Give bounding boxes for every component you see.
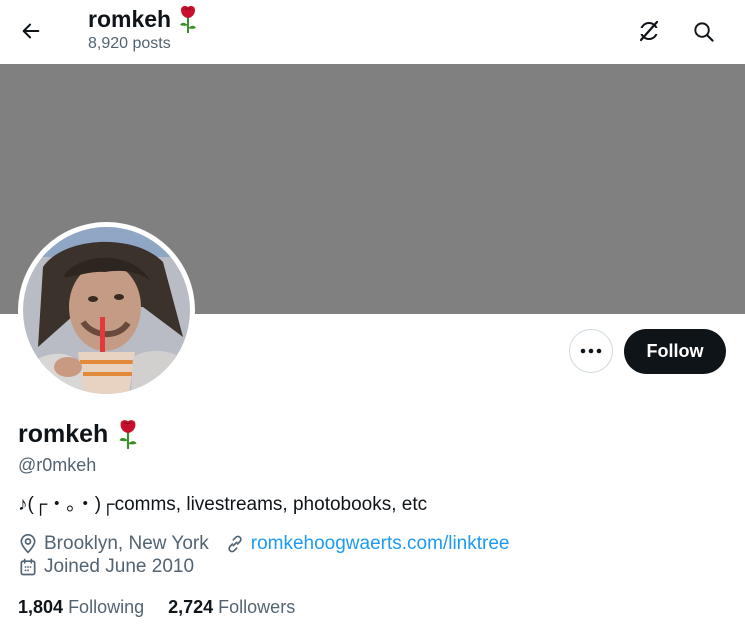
followers-label: Followers — [218, 597, 296, 617]
following-count: 1,804 — [18, 597, 64, 617]
website-item[interactable]: romkehoogwaerts.com/linktree — [225, 532, 510, 556]
posts-count-label: posts — [132, 35, 171, 52]
user-handle: @r0mkeh — [18, 455, 97, 475]
joined-row: Joined June 2010 — [18, 555, 210, 579]
avatar[interactable] — [18, 222, 195, 399]
website-link[interactable]: romkehoogwaerts.com/linktree — [251, 532, 510, 556]
arrow-left-icon — [22, 23, 40, 39]
joined-item: Joined June 2010 — [18, 555, 194, 579]
rose-icon — [180, 6, 197, 33]
following-stat[interactable]: 1,804 Following — [18, 595, 144, 619]
avatar-image — [23, 227, 190, 394]
posts-count: 8,920 posts — [88, 34, 199, 54]
profile-meta-row: Brooklyn, New York romkehoogwaerts.com/l… — [18, 532, 525, 556]
grok-button[interactable] — [632, 14, 666, 48]
follow-stats: 1,804 Following 2,724 Followers — [18, 595, 319, 619]
grok-icon — [639, 20, 659, 42]
header-title-block: romkeh 8,920 posts — [88, 4, 199, 54]
following-label: Following — [68, 597, 145, 617]
header-name-text: romkeh — [88, 6, 172, 32]
followers-stat[interactable]: 2,724 Followers — [168, 595, 295, 619]
follow-button[interactable]: Follow — [624, 329, 726, 374]
link-icon — [228, 535, 242, 553]
posts-count-number: 8,920 — [88, 35, 129, 52]
bio: ♪(┌・。・)┌comms, livestreams, photobooks, … — [18, 494, 428, 515]
rose-icon — [119, 420, 137, 449]
top-bar: romkeh 8,920 posts — [0, 0, 745, 64]
display-name-text: romkeh — [18, 420, 109, 448]
search-button[interactable] — [686, 14, 720, 48]
followers-count: 2,724 — [168, 597, 214, 617]
header-name: romkeh — [88, 4, 199, 34]
back-button[interactable] — [14, 14, 48, 48]
display-name: romkeh — [18, 418, 140, 450]
calendar-icon — [20, 558, 36, 576]
location-item: Brooklyn, New York — [18, 532, 209, 556]
location-pin-icon — [20, 534, 36, 554]
more-button[interactable] — [569, 329, 613, 373]
location-text: Brooklyn, New York — [44, 533, 209, 554]
search-icon — [693, 21, 714, 42]
more-horizontal-icon — [580, 348, 602, 354]
joined-text: Joined June 2010 — [44, 556, 195, 577]
